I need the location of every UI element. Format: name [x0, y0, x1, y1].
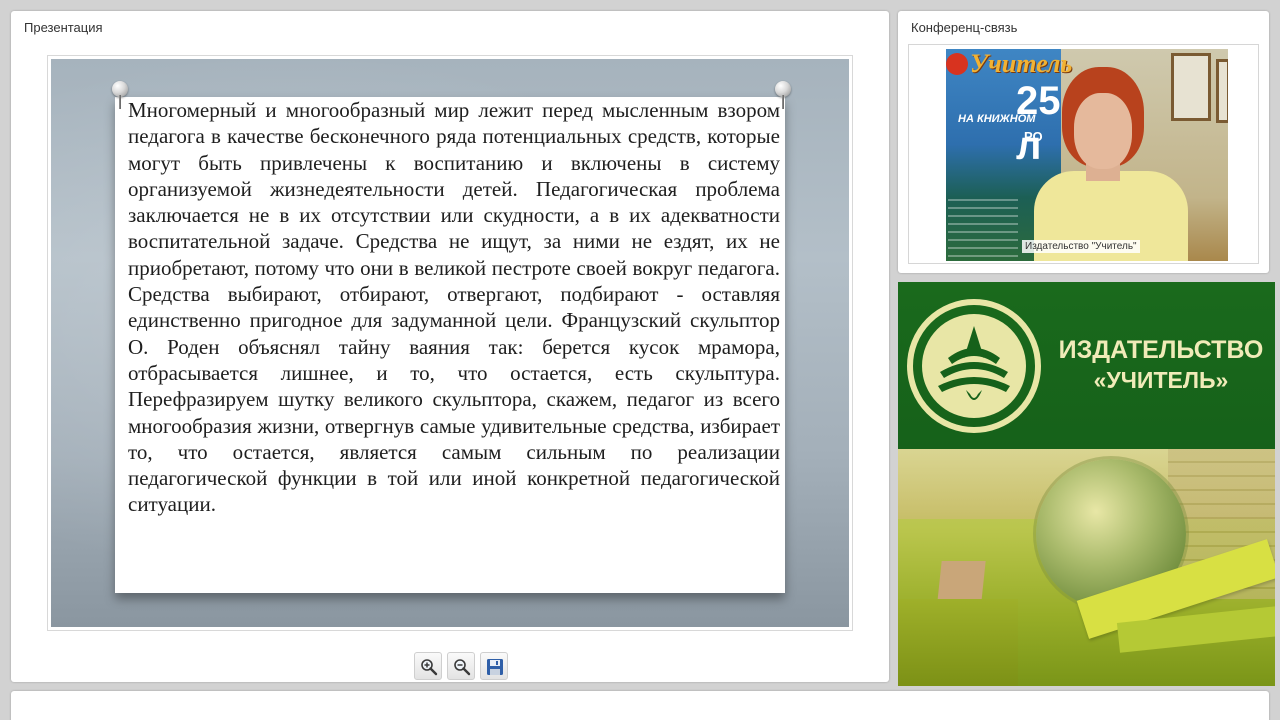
slide: Многомерный и многообразный мир лежит пе… — [51, 59, 849, 627]
slide-paper: Многомерный и многообразный мир лежит пе… — [115, 97, 785, 593]
publisher-banner: ИЗДАТЕЛЬСТВО «УЧИТЕЛЬ» — [898, 282, 1275, 686]
poster-line1: НА КНИЖНОМ — [958, 113, 1036, 125]
brand-line2: «УЧИТЕЛЬ» — [1093, 367, 1229, 393]
book-pile — [898, 599, 1018, 686]
brand-line1: ИЗДАТЕЛЬСТВО — [1058, 336, 1264, 364]
poster-fine-print — [948, 199, 1018, 257]
banner-image — [898, 449, 1275, 686]
zoom-in-icon — [421, 659, 438, 676]
conference-panel: Конференц-связь Учитель 25 л НА КНИЖНОМ … — [898, 11, 1269, 273]
pushpin-icon — [774, 81, 792, 111]
wall-frame — [1216, 59, 1228, 123]
conference-title: Конференц-связь — [911, 20, 1018, 35]
save-button[interactable] — [480, 652, 508, 680]
save-icon — [487, 659, 503, 675]
zoom-in-button[interactable] — [414, 652, 442, 680]
video-frame: Учитель 25 л НА КНИЖНОМ РО Издательство … — [908, 44, 1259, 264]
wall-frame — [1171, 53, 1211, 121]
poster-line2: РО — [1024, 129, 1043, 144]
poster-brand: Учитель — [970, 49, 1073, 78]
banner-brand-area: ИЗДАТЕЛЬСТВО «УЧИТЕЛЬ» — [898, 282, 1275, 449]
slide-text: Многомерный и многообразный мир лежит пе… — [128, 98, 780, 517]
poster-logo-icon — [946, 53, 968, 75]
publisher-logo-icon — [907, 299, 1041, 433]
video-feed[interactable]: Учитель 25 л НА КНИЖНОМ РО Издательство … — [946, 49, 1228, 261]
zoom-out-button[interactable] — [447, 652, 475, 680]
pushpin-icon — [111, 81, 129, 111]
speaker-face — [1074, 93, 1132, 169]
presentation-title: Презентация — [24, 20, 103, 35]
video-caption: Издательство "Учитель" — [1022, 240, 1140, 253]
slide-frame: Многомерный и многообразный мир лежит пе… — [47, 55, 853, 631]
bottom-panel — [11, 691, 1269, 720]
zoom-out-icon — [454, 659, 471, 676]
presentation-panel: Презентация Многомерный и многообразный … — [11, 11, 889, 682]
